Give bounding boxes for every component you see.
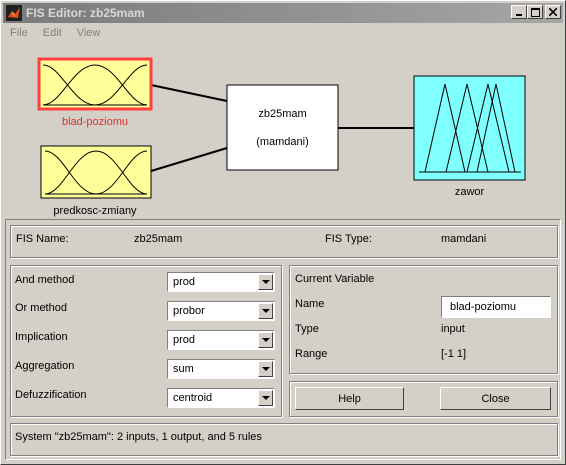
implication-label: Implication — [15, 331, 68, 343]
connector-input1 — [150, 84, 228, 102]
and-method-label: And method — [15, 274, 75, 286]
implication-value: prod — [173, 334, 196, 346]
fis-name-value: zb25mam — [134, 233, 183, 245]
variable-name-field[interactable]: blad-poziomu — [441, 296, 551, 318]
dropdown-arrow-icon[interactable] — [258, 361, 273, 377]
defuzzification-value: centroid — [173, 392, 213, 404]
or-method-select[interactable]: probor — [167, 301, 275, 321]
and-method-value: prod — [173, 276, 196, 288]
variable-type-label: Type — [295, 323, 319, 335]
implication-select[interactable]: prod — [167, 330, 275, 350]
output-label-zawor[interactable]: zawor — [414, 186, 525, 198]
defuzzification-label: Defuzzification — [15, 389, 87, 401]
status-text: System "zb25mam": 2 inputs, 1 output, an… — [15, 431, 262, 443]
aggregation-value: sum — [173, 363, 194, 375]
variable-name-value: blad-poziomu — [450, 301, 517, 313]
or-method-value: probor — [173, 305, 205, 317]
dropdown-arrow-icon[interactable] — [258, 274, 273, 290]
input-block-blad-poziomu[interactable] — [37, 57, 153, 111]
input-label-predkosc-zmiany[interactable]: predkosc-zmiany — [39, 205, 151, 217]
system-type-label: (mamdani) — [256, 136, 309, 148]
dropdown-arrow-icon[interactable] — [258, 332, 273, 348]
system-block[interactable] — [226, 84, 339, 171]
input-label-blad-poziomu[interactable]: blad-poziomu — [39, 116, 151, 128]
dropdown-arrow-icon[interactable] — [258, 390, 273, 406]
fis-editor-window: FIS Editor: zb25mam File Edit View blad-… — [0, 0, 566, 465]
connector-input2 — [150, 147, 228, 172]
variable-type-value: input — [441, 323, 465, 335]
fis-type-label: FIS Type: — [325, 233, 372, 245]
aggregation-select[interactable]: sum — [167, 359, 275, 379]
variable-range-value: [-1 1] — [441, 348, 467, 360]
variable-range-label: Range — [295, 348, 328, 360]
system-name-label: zb25mam — [258, 108, 307, 120]
close-button[interactable]: Close — [440, 387, 551, 410]
fis-name-label: FIS Name: — [16, 233, 69, 245]
help-button[interactable]: Help — [295, 387, 404, 410]
output-block-zawor[interactable] — [413, 75, 526, 181]
variable-name-label: Name — [295, 298, 325, 310]
dropdown-arrow-icon[interactable] — [258, 303, 273, 319]
or-method-label: Or method — [15, 302, 67, 314]
current-variable-title: Current Variable — [295, 273, 375, 285]
fis-type-value: mamdani — [441, 233, 487, 245]
input-block-predkosc-zmiany[interactable] — [40, 145, 152, 199]
and-method-select[interactable]: prod — [167, 272, 275, 292]
defuzzification-select[interactable]: centroid — [167, 388, 275, 408]
aggregation-label: Aggregation — [15, 360, 75, 372]
